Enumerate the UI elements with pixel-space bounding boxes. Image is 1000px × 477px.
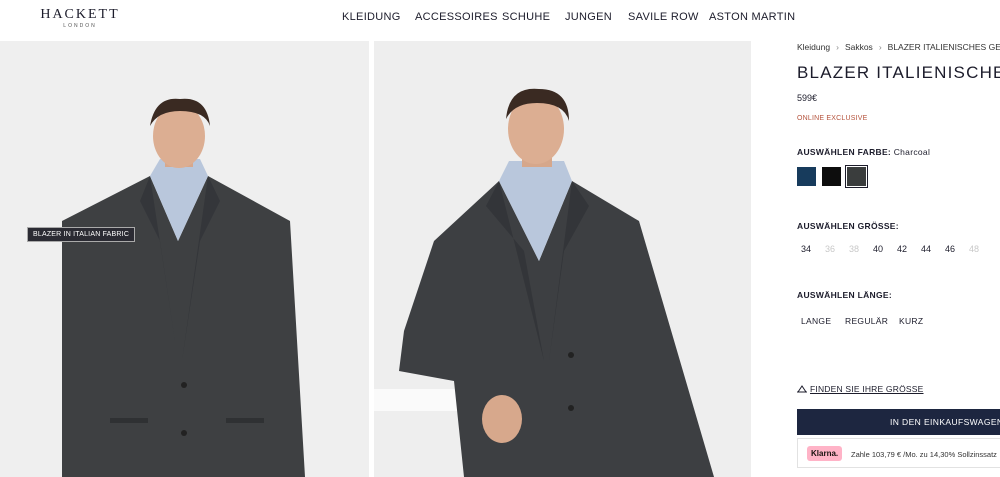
nav-item-aston-martin[interactable]: ASTON MARTIN [709,11,795,23]
length-label: AUSWÄHLEN LÄNGE: [797,290,892,300]
product-price: 599€ [797,93,818,103]
klarna-financing-banner[interactable]: Klarna. Zahle 103,79 € /Mo. zu 14,30% So… [797,438,1000,468]
breadcrumb-current[interactable]: BLAZER ITALIENISCHES GEWEBE [888,42,1000,52]
site-header: HACKETT LONDON KLEIDUNG ACCESSOIRES SCHU… [0,0,1000,40]
klarna-installment-text: Zahle 103,79 € /Mo. zu 14,30% Sollzinssa… [851,450,997,459]
size-option-42[interactable]: 42 [893,244,911,254]
length-option-regular[interactable]: REGULÄR [845,316,888,326]
nav-item-accessoires[interactable]: ACCESSOIRES [415,11,498,23]
size-option-46[interactable]: 46 [941,244,959,254]
nav-item-savile-row[interactable]: SAVILE ROW [628,11,699,23]
length-option-lange[interactable]: LANGE [801,316,831,326]
size-section-label: AUSWÄHLEN GRÖSSE: [797,221,899,231]
breadcrumb-sakkos[interactable]: Sakkos [845,42,873,52]
swatch-navy[interactable] [797,167,816,186]
size-guide-icon [797,385,807,393]
logo-wordmark: HACKETT [40,7,120,22]
swatch-black[interactable] [822,167,841,186]
fabric-badge: BLAZER IN ITALIAN FABRIC [27,227,136,242]
size-label: AUSWÄHLEN GRÖSSE: [797,221,899,231]
nav-item-jungen[interactable]: JUNGEN [565,11,612,23]
model-pose-illustration [374,41,751,477]
product-image-pose[interactable] [374,41,751,477]
model-front-illustration [0,41,369,477]
size-option-48[interactable]: 48 [965,244,983,254]
length-section-label: AUSWÄHLEN LÄNGE: [797,290,892,300]
add-to-cart-button[interactable]: IN DEN EINKAUFSWAGEN [797,409,1000,435]
size-option-44[interactable]: 44 [917,244,935,254]
chevron-right-icon: › [836,42,839,52]
size-option-36[interactable]: 36 [821,244,839,254]
color-label: AUSWÄHLEN FARBE: [797,147,892,157]
length-option-kurz[interactable]: KURZ [899,316,923,326]
breadcrumb: Kleidung › Sakkos › BLAZER ITALIENISCHES GEW… [797,42,1000,52]
klarna-logo: Klarna. [807,446,843,461]
size-option-40[interactable]: 40 [869,244,887,254]
chevron-right-icon: › [878,42,882,52]
find-your-size-link[interactable]: FINDEN SIE IHRE GRÖSSE [797,384,924,394]
hackett-logo[interactable]: HACKETT LONDON [36,7,124,30]
product-image-front[interactable]: BLAZER IN ITALIAN FABRIC [0,41,369,477]
color-section-label: AUSWÄHLEN FARBE: Charcoal [797,147,930,157]
product-title: BLAZER ITALIENISCHES GEWEBE [797,63,1000,82]
swatch-charcoal[interactable] [845,165,868,188]
online-exclusive-label: ONLINE EXCLUSIVE [797,115,868,122]
logo-subtitle: LONDON [63,23,97,29]
breadcrumb-kleidung[interactable]: Kleidung [797,42,830,52]
find-size-text: FINDEN SIE IHRE GRÖSSE [810,384,924,394]
nav-item-schuhe[interactable]: SCHUHE [502,11,550,23]
size-option-34[interactable]: 34 [797,244,815,254]
size-option-38[interactable]: 38 [845,244,863,254]
selected-color-value: Charcoal [893,147,931,157]
product-panel: Kleidung › Sakkos › BLAZER ITALIENISCHES GEW… [797,41,1000,477]
nav-item-kleidung[interactable]: KLEIDUNG [342,11,401,23]
